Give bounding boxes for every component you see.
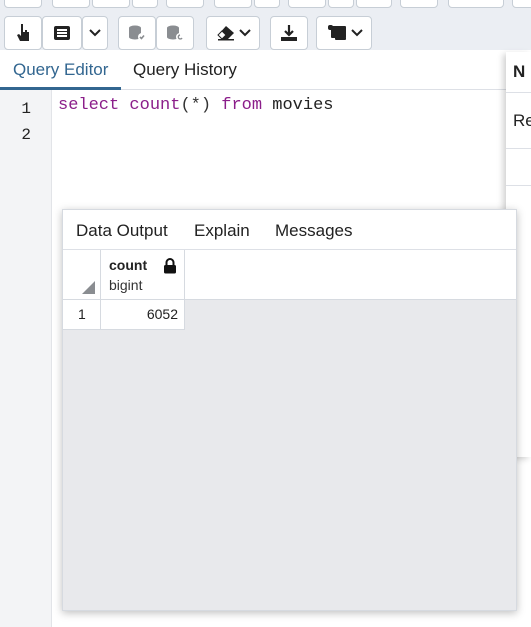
divider xyxy=(506,92,531,93)
filter-button[interactable] xyxy=(448,0,504,8)
query-tool-button[interactable] xyxy=(42,16,82,50)
chevron-down-icon xyxy=(350,29,363,37)
tab-explain[interactable]: Explain xyxy=(194,221,250,241)
eraser-icon xyxy=(216,26,234,41)
tab-query-history[interactable]: Query History xyxy=(133,60,237,80)
download-button[interactable] xyxy=(270,16,308,50)
database-undo-icon xyxy=(167,25,184,41)
chevron-down-icon xyxy=(89,29,101,37)
side-panel-title: N xyxy=(513,62,526,81)
paste-button[interactable] xyxy=(356,0,392,8)
table-row[interactable]: 1 6052 xyxy=(63,300,185,330)
divider xyxy=(506,148,531,149)
toolbar xyxy=(0,0,531,50)
corner-triangle-icon xyxy=(82,281,95,294)
macros-button[interactable] xyxy=(316,16,372,50)
results-panel: Data Output Explain Messages count bigin… xyxy=(62,209,517,611)
pointer-icon xyxy=(17,24,29,41)
keyword-select: select xyxy=(58,96,120,115)
column-name: count xyxy=(109,257,148,273)
column-type: bigint xyxy=(109,277,143,293)
copy-button[interactable] xyxy=(288,0,326,8)
column-header-count[interactable]: count bigint xyxy=(101,250,185,300)
editor-tabs: Query Editor Query History xyxy=(0,50,531,90)
results-tabs: Data Output Explain Messages xyxy=(63,210,516,250)
tab-data-output[interactable]: Data Output xyxy=(76,221,168,241)
clear-button[interactable] xyxy=(206,16,260,50)
search-dropdown-button[interactable] xyxy=(254,0,280,8)
sql-code-line[interactable]: select count(*) from movies xyxy=(58,96,333,115)
grid-header-row: count bigint xyxy=(63,250,516,300)
list-icon xyxy=(54,26,70,40)
open-file-button[interactable] xyxy=(4,0,42,8)
line-number: 2 xyxy=(21,126,31,144)
rollback-button[interactable] xyxy=(156,16,194,50)
search-button[interactable] xyxy=(214,0,252,8)
table-cell[interactable]: 6052 xyxy=(101,300,185,330)
divider xyxy=(506,185,531,186)
limit-button[interactable] xyxy=(512,0,531,8)
find-button[interactable] xyxy=(166,0,204,8)
side-panel-label: Re xyxy=(513,111,531,130)
save-file-button[interactable] xyxy=(52,0,90,8)
keyword-from: from xyxy=(221,96,263,115)
chevron-down-icon xyxy=(238,29,251,37)
select-all-corner[interactable] xyxy=(63,250,101,300)
tab-query-editor[interactable]: Query Editor xyxy=(13,60,108,80)
save-menu-button[interactable] xyxy=(92,0,130,8)
table-name: movies xyxy=(272,96,334,115)
function-count: count xyxy=(129,96,181,115)
function-args: (*) xyxy=(180,96,212,115)
line-number: 1 xyxy=(21,100,31,118)
line-number-gutter: 1 2 xyxy=(0,90,52,627)
select-cursor-button[interactable] xyxy=(4,16,42,50)
row-number[interactable]: 1 xyxy=(63,300,101,330)
edit-button[interactable] xyxy=(400,0,438,8)
download-icon xyxy=(281,25,297,41)
results-grid: count bigint 1 6052 xyxy=(63,250,516,610)
database-check-icon xyxy=(129,25,146,41)
copy-dropdown-button[interactable] xyxy=(328,0,354,8)
lock-icon xyxy=(164,258,176,274)
tab-messages[interactable]: Messages xyxy=(275,221,352,241)
commit-button[interactable] xyxy=(118,16,156,50)
scroll-icon xyxy=(327,25,346,40)
query-tool-dropdown[interactable] xyxy=(82,16,108,50)
save-dropdown-button[interactable] xyxy=(132,0,158,8)
